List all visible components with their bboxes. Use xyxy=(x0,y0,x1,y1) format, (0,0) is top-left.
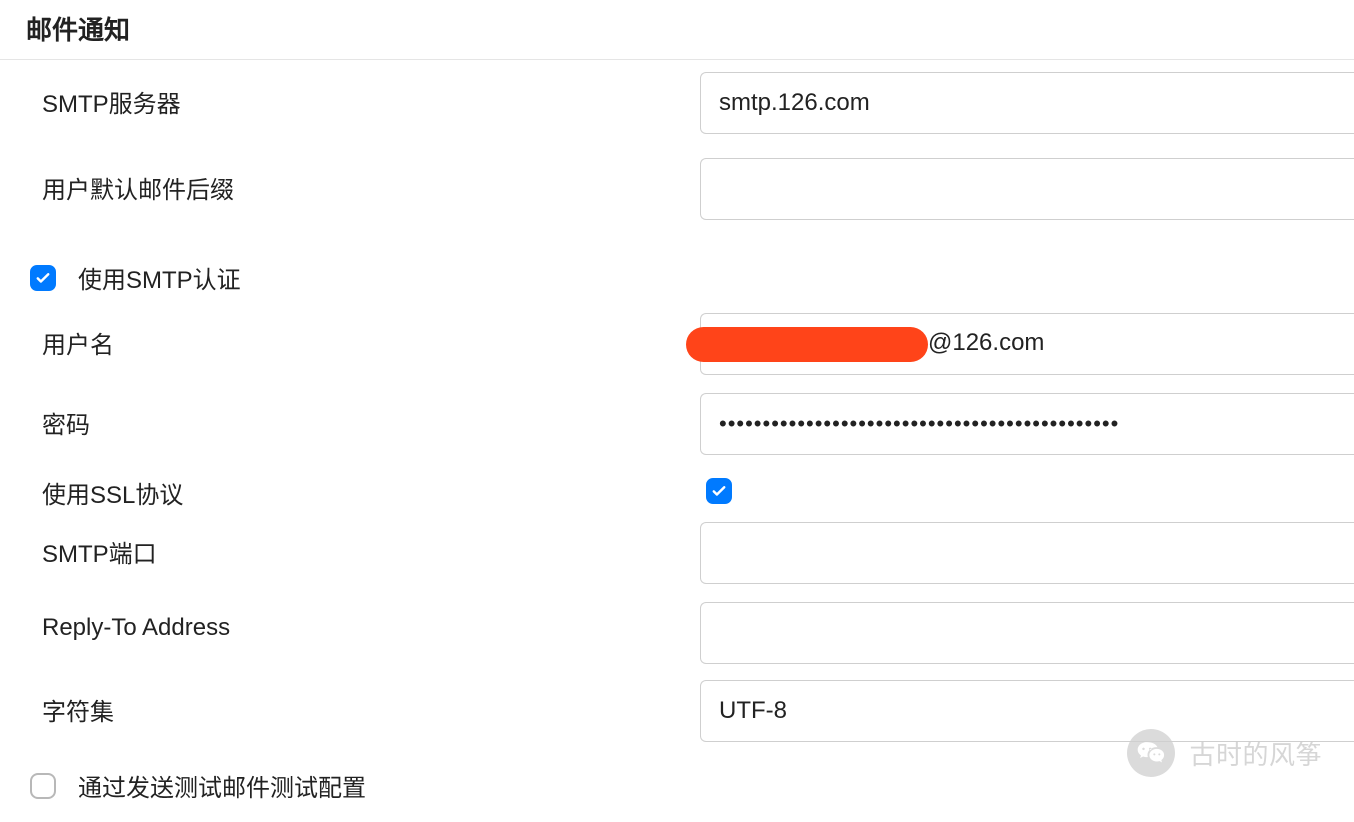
email-notification-form: SMTP服务器 用户默认邮件后缀 使用SMTP认证 用户名 @126.com xyxy=(0,60,1354,811)
use-smtp-auth-label: 使用SMTP认证 xyxy=(78,260,241,295)
row-use-ssl: 使用SSL协议 xyxy=(0,461,1354,510)
label-password: 密码 xyxy=(0,381,700,440)
test-email-label: 通过发送测试邮件测试配置 xyxy=(78,768,366,803)
smtp-server-input[interactable] xyxy=(700,72,1354,134)
watermark-text: 古时的风筝 xyxy=(1189,735,1322,772)
label-default-suffix: 用户默认邮件后缀 xyxy=(0,146,700,205)
label-use-ssl: 使用SSL协议 xyxy=(0,461,700,510)
row-username: 用户名 @126.com xyxy=(0,301,1354,375)
check-icon xyxy=(710,482,728,500)
label-reply-to: Reply-To Address xyxy=(0,590,700,642)
password-input[interactable] xyxy=(700,393,1354,455)
label-username: 用户名 xyxy=(0,301,700,360)
test-email-checkbox[interactable] xyxy=(30,773,56,799)
label-charset: 字符集 xyxy=(0,668,700,727)
default-suffix-input[interactable] xyxy=(700,158,1354,220)
label-smtp-port: SMTP端口 xyxy=(0,510,700,569)
use-ssl-checkbox[interactable] xyxy=(706,478,732,504)
wechat-icon xyxy=(1127,729,1175,777)
row-use-smtp-auth: 使用SMTP认证 xyxy=(0,232,1354,301)
redaction-mark xyxy=(686,327,928,362)
section-title: 邮件通知 xyxy=(0,0,1354,60)
check-icon xyxy=(34,269,52,287)
row-smtp-port: SMTP端口 xyxy=(0,510,1354,584)
row-smtp-server: SMTP服务器 xyxy=(0,60,1354,134)
row-reply-to: Reply-To Address xyxy=(0,590,1354,664)
watermark: 古时的风筝 xyxy=(1127,729,1322,777)
use-smtp-auth-checkbox[interactable] xyxy=(30,265,56,291)
row-password: 密码 xyxy=(0,381,1354,455)
row-default-suffix: 用户默认邮件后缀 xyxy=(0,146,1354,220)
smtp-port-input[interactable] xyxy=(700,522,1354,584)
label-smtp-server: SMTP服务器 xyxy=(0,60,700,119)
reply-to-input[interactable] xyxy=(700,602,1354,664)
